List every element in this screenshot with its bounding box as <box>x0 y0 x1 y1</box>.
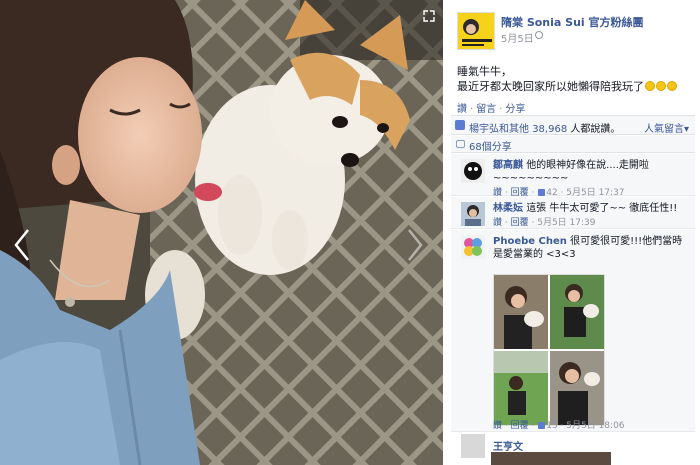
comment-sort-label: 人氣留言 <box>643 124 684 135</box>
page-avatar-image <box>458 13 494 49</box>
comment-photo[interactable] <box>493 274 605 426</box>
photo-stage <box>0 0 443 465</box>
comment-reply-button[interactable]: 回覆 <box>511 421 529 431</box>
chevron-right-icon <box>408 229 423 261</box>
emoji-icon <box>667 81 677 91</box>
chevron-down-icon: ▾ <box>683 124 689 135</box>
commenter-avatar[interactable] <box>461 159 485 183</box>
post-text-line-1: 睡氣牛牛， <box>457 65 512 78</box>
like-button[interactable]: 讚 <box>457 104 467 115</box>
comment-body: Phoebe Chen 很可愛很可愛!!!他們當時是愛當業的 <3<3 <box>493 235 691 261</box>
comment-like-count[interactable]: 15 <box>546 421 557 431</box>
expand-icon <box>423 10 435 22</box>
commenter-name[interactable]: 林柔妘 <box>493 203 523 214</box>
thumbs-up-icon <box>538 422 546 429</box>
likes-summary: 楊宇弘和其他 38,968 人都說讚。 人氣留言▾ <box>451 115 695 135</box>
commenter-name[interactable]: Phoebe Chen <box>493 236 567 247</box>
emoji-icon <box>656 81 666 91</box>
post-panel: 隋棠 Sonia Sui 官方粉絲團 5月5日 睡氣牛牛， 最近牙都太晚回家所以… <box>443 0 700 465</box>
separator: · <box>470 104 474 115</box>
comment-meta: 讚 · 回覆 · 15 · 5月5日 18:06 <box>493 421 625 431</box>
next-photo-button[interactable] <box>405 228 425 262</box>
fullscreen-button[interactable] <box>423 10 435 22</box>
post-text: 睡氣牛牛， 最近牙都太晚回家所以她懶得陪我玩了 <box>457 64 693 94</box>
post-date[interactable]: 5月5日 <box>501 30 534 45</box>
comment-item: 林柔妘 這張 牛牛太可愛了~~ 徹底任性!! 讚 · 回覆 · 5月5日 17:… <box>451 197 695 229</box>
comment-date[interactable]: 5月5日 17:39 <box>537 218 595 228</box>
globe-icon <box>535 31 543 39</box>
likers-link[interactable]: 楊宇弘和其他 <box>469 124 529 135</box>
share-icon <box>456 140 465 148</box>
page-name-link[interactable]: 隋棠 Sonia Sui 官方粉絲團 <box>501 14 644 30</box>
comment-body: 鄒高麒 他的眼神好像在說....走開啦 ~~~~~~~~~ 讚 · 回覆 · 4… <box>493 159 691 200</box>
avatar <box>461 202 485 226</box>
comment-item: 鄒高麒 他的眼神好像在說....走開啦 ~~~~~~~~~ 讚 · 回覆 · 4… <box>451 154 695 198</box>
like-count[interactable]: 38,968 <box>532 124 567 135</box>
comment-item: Phoebe Chen 很可愛很可愛!!!他們當時是愛當業的 <3<3 讚 · … <box>451 230 695 432</box>
avatar <box>461 159 485 183</box>
commenter-avatar[interactable] <box>461 235 485 259</box>
comment-sort-dropdown[interactable]: 人氣留言▾ <box>644 120 689 135</box>
comment-date[interactable]: 5月5日 18:06 <box>566 421 624 431</box>
chevron-left-icon <box>14 229 29 261</box>
comment-text: 這張 牛牛太可愛了~~ 徹底任性!! <box>526 203 678 214</box>
comment-like-button[interactable]: 讚 <box>493 421 502 431</box>
commenter-avatar[interactable] <box>461 202 485 226</box>
comment-text-extra: ~~~~~~~~~ <box>493 173 569 184</box>
post-text-line-2: 最近牙都太晚回家所以她懶得陪我玩了 <box>457 79 693 94</box>
commenter-name[interactable]: 王亨文 <box>493 438 523 453</box>
comment-body: 林柔妘 這張 牛牛太可愛了~~ 徹底任性!! 讚 · 回覆 · 5月5日 17:… <box>493 202 691 230</box>
thumbs-up-icon <box>455 120 465 130</box>
post-header: 隋棠 Sonia Sui 官方粉絲團 5月5日 <box>443 0 700 56</box>
post-actions: 讚 · 留言 · 分享 <box>457 100 525 115</box>
emoji-icon <box>645 81 655 91</box>
share-count[interactable]: 68個分享 <box>469 142 512 153</box>
post-text-line-2-text: 最近牙都太晚回家所以她懶得陪我玩了 <box>457 80 644 93</box>
share-button[interactable]: 分享 <box>505 104 525 115</box>
page-avatar[interactable] <box>457 12 495 50</box>
commenter-avatar[interactable] <box>461 434 485 458</box>
comment-photo-image <box>494 275 604 425</box>
previous-photo-button[interactable] <box>12 228 32 262</box>
separator: · <box>499 104 503 115</box>
comment-photo[interactable] <box>491 452 611 465</box>
comment-meta: 讚 · 回覆 · 5月5日 17:39 <box>493 218 596 228</box>
comment-like-button[interactable]: 讚 <box>493 218 502 228</box>
post-photo <box>0 0 443 465</box>
comment-reply-button[interactable]: 回覆 <box>511 218 529 228</box>
likes-suffix: 人都說讚。 <box>570 124 621 135</box>
shares-summary[interactable]: 68個分享 <box>451 136 695 153</box>
commenter-name[interactable]: 鄒高麒 <box>493 160 523 171</box>
thumbs-up-icon <box>538 189 546 196</box>
avatar <box>461 235 485 259</box>
comment-text: 他的眼神好像在說....走開啦 <box>526 160 649 171</box>
comment-button[interactable]: 留言 <box>476 104 496 115</box>
